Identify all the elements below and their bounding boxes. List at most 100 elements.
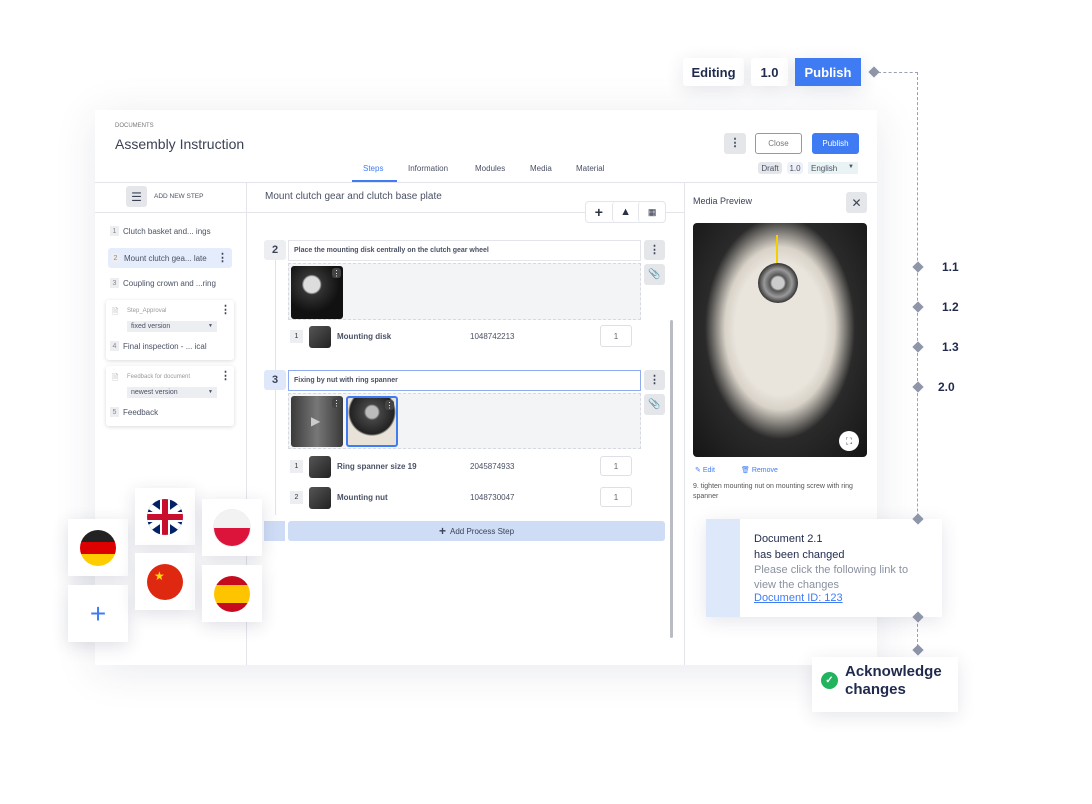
attach-icon[interactable]: 📎 xyxy=(644,264,665,285)
sidebar-step-5[interactable]: 5 Feedback xyxy=(110,407,158,417)
version-badge: 1.0 xyxy=(787,162,803,174)
section-title: Mount clutch gear and clutch base plate xyxy=(265,191,442,202)
acknowledge-changes-button[interactable]: ✓ Acknowledge changes xyxy=(812,657,958,712)
flag-chinese[interactable]: ★ xyxy=(135,553,195,610)
status-badge: Draft xyxy=(758,162,782,174)
close-icon[interactable]: ✕ xyxy=(846,192,867,213)
edit-media-link[interactable]: ✎ Edit xyxy=(695,466,715,474)
more-options-button[interactable]: ⋮ xyxy=(724,133,746,154)
add-language-button[interactable]: + xyxy=(68,585,128,642)
pencil-icon: ✎ xyxy=(695,467,701,474)
qr-code-icon[interactable]: ▦ xyxy=(638,202,665,222)
media-thumbnail[interactable]: ⋮ xyxy=(291,266,343,319)
material-thumbnail xyxy=(309,325,331,348)
close-button[interactable]: Close xyxy=(755,133,802,154)
version-label: 1.0 xyxy=(751,58,788,86)
language-select[interactable]: English ▼ xyxy=(808,162,858,174)
sidebar-step-2[interactable]: 2 Mount clutch gea... late ⋮ xyxy=(108,248,232,268)
material-id: 2045874933 xyxy=(470,462,515,471)
step-text-input[interactable]: Place the mounting disk centrally on the… xyxy=(288,240,641,261)
image-thumbnail-selected[interactable]: ⋮ xyxy=(346,396,398,447)
kebab-icon[interactable]: ⋮ xyxy=(217,252,228,264)
step-toolbar: + ▲ ▦ xyxy=(585,201,666,223)
spain-flag-icon xyxy=(214,575,250,612)
material-position: 2 xyxy=(290,491,303,504)
german-flag-icon xyxy=(80,529,116,566)
version-select[interactable]: newest version ▼ xyxy=(127,387,217,398)
publish-floating-button[interactable]: Publish xyxy=(795,58,861,86)
material-thumbnail xyxy=(309,486,331,509)
step-label: Clutch basket and... ings xyxy=(123,226,211,236)
sidebar-step-3[interactable]: 3 Coupling crown and ...ring xyxy=(110,278,216,288)
fullscreen-icon[interactable]: ⛶ xyxy=(839,431,859,451)
quantity-input[interactable]: 1 xyxy=(600,325,632,347)
flag-spanish[interactable] xyxy=(202,565,262,622)
step-number: 1 xyxy=(110,226,119,236)
plus-icon: + xyxy=(89,597,107,629)
editing-label: Editing xyxy=(683,58,744,86)
diamond-icon xyxy=(912,301,924,313)
step-label: Final inspection - ... ical xyxy=(123,341,207,351)
tab-information[interactable]: Information xyxy=(408,164,448,173)
step-text-input[interactable]: Fixing by nut with ring spanner xyxy=(288,370,641,391)
version-connector xyxy=(878,72,918,73)
diamond-icon xyxy=(912,381,924,393)
trash-icon: 🗑 xyxy=(741,467,750,474)
sidebar-step-1[interactable]: 1 Clutch basket and... ings xyxy=(110,226,211,236)
menu-icon[interactable]: ☰ xyxy=(126,186,147,207)
quantity-input[interactable]: 1 xyxy=(600,487,632,507)
page-title: Assembly Instruction xyxy=(115,136,245,152)
document-icon: 🗎 xyxy=(112,307,119,316)
step-menu-button[interactable]: ⋮ xyxy=(644,370,665,390)
attach-icon[interactable]: 📎 xyxy=(644,394,665,415)
diamond-icon xyxy=(912,644,924,656)
version-1-3[interactable]: 1.3 xyxy=(942,340,959,354)
version-select[interactable]: fixed version ▼ xyxy=(127,321,217,332)
tab-steps[interactable]: Steps xyxy=(363,164,383,173)
scrollbar[interactable] xyxy=(670,320,673,638)
remove-media-link[interactable]: 🗑 Remove xyxy=(741,466,778,474)
quantity-input[interactable]: 1 xyxy=(600,456,632,476)
version-1-2[interactable]: 1.2 xyxy=(942,300,959,314)
step-label: Coupling crown and ...ring xyxy=(123,278,216,288)
notification-title: Document 2.1 has been changed xyxy=(754,531,845,563)
step-label: Feedback xyxy=(123,407,159,417)
diamond-icon xyxy=(912,261,924,273)
document-link[interactable]: Document ID: 123 xyxy=(754,592,843,604)
add-step-spacer xyxy=(264,521,285,541)
add-process-step-button[interactable]: + Add Process Step xyxy=(288,521,665,541)
media-preview-title: Media Preview xyxy=(693,196,753,206)
kebab-icon[interactable]: ⋮ xyxy=(332,398,341,408)
document-icon: 🗎 xyxy=(112,373,119,382)
publish-button[interactable]: Publish xyxy=(812,133,859,154)
warning-icon[interactable]: ▲ xyxy=(611,202,639,222)
flag-uk[interactable] xyxy=(135,488,195,545)
button-label: Acknowledge xyxy=(845,663,942,680)
flag-german[interactable] xyxy=(68,519,128,576)
version-1-1[interactable]: 1.1 xyxy=(942,260,959,274)
step-number-badge: 2 xyxy=(264,240,286,260)
breadcrumb[interactable]: DOCUMENTS xyxy=(115,123,154,129)
group-title: Feedback for document xyxy=(127,374,191,380)
sidebar-step-4[interactable]: 4 Final inspection - ... ical xyxy=(110,341,207,351)
video-thumbnail[interactable]: ▶ ⋮ xyxy=(291,396,343,447)
step-number: 5 xyxy=(110,407,119,417)
add-new-step-button[interactable]: ADD NEW STEP xyxy=(154,193,203,200)
feedback-group: 🗎 Feedback for document ⋮ newest version… xyxy=(106,366,234,426)
tab-material[interactable]: Material xyxy=(576,164,604,173)
link-label: Remove xyxy=(751,467,778,474)
step-menu-button[interactable]: ⋮ xyxy=(644,240,665,260)
material-row: 1 Ring spanner size 19 2045874933 xyxy=(288,453,641,480)
kebab-icon[interactable]: ⋮ xyxy=(220,371,231,382)
kebab-icon[interactable]: ⋮ xyxy=(332,268,341,278)
add-icon[interactable]: + xyxy=(586,202,612,222)
flag-polish[interactable] xyxy=(202,499,262,556)
material-row: 1 Mounting disk 1048742213 xyxy=(288,323,641,350)
kebab-icon: ⋮ xyxy=(729,137,741,149)
kebab-icon[interactable]: ⋮ xyxy=(220,305,231,316)
version-2-0[interactable]: 2.0 xyxy=(938,380,955,394)
tab-media[interactable]: Media xyxy=(530,164,552,173)
step-number: 4 xyxy=(110,341,119,351)
tab-modules[interactable]: Modules xyxy=(475,164,505,173)
kebab-icon[interactable]: ⋮ xyxy=(385,400,394,410)
